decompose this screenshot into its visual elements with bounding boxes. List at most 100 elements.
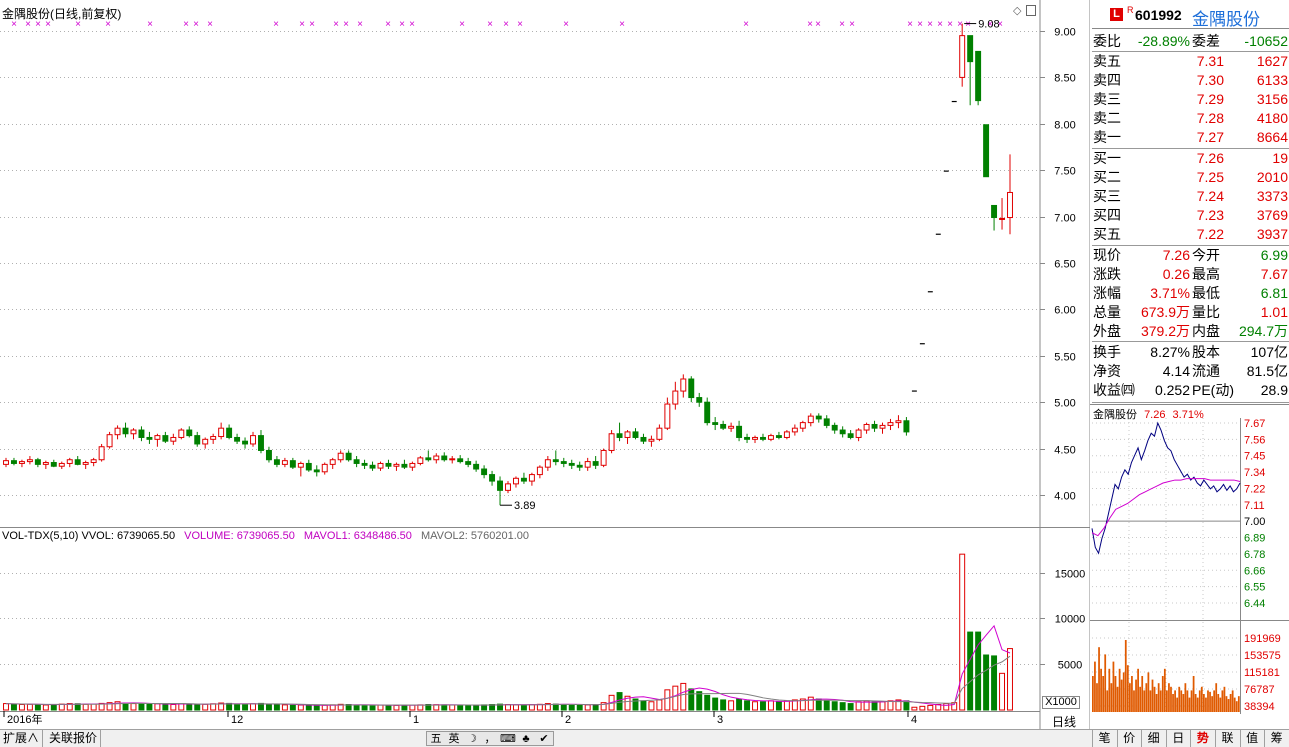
- candle-body: [114, 427, 121, 436]
- sell-level-row[interactable]: 卖一 7.27 8664: [1092, 128, 1289, 147]
- kline-chart[interactable]: 9.00 8.50 8.00 7.50 7.00 6.50 6.00 5.50 5.00 4.50…: [0, 0, 1090, 747]
- row-value-2: 2010: [1256, 169, 1288, 185]
- candle-body: [552, 459, 559, 463]
- candle-body: [289, 460, 296, 468]
- ime-button[interactable]: 五: [427, 732, 445, 746]
- buy-level-row[interactable]: 买四 7.23 3769: [1092, 206, 1289, 225]
- view-tab[interactable]: 价: [1116, 730, 1141, 747]
- buy-level-row[interactable]: 买三 7.24 3373: [1092, 187, 1289, 206]
- candle-body: [680, 378, 687, 392]
- row-value: 7.26: [1162, 247, 1190, 263]
- mini-vol-bar: [1161, 676, 1164, 712]
- volume-bar: [584, 704, 591, 711]
- mini-vol-bar: [1198, 690, 1201, 712]
- mini-vol-bar: [1237, 696, 1240, 712]
- mini-vol-bar: [1096, 683, 1098, 712]
- ime-button[interactable]: ⌨: [499, 732, 517, 746]
- ime-toolbar[interactable]: 五英 ☽， ⌨ ♣ ✔: [426, 731, 554, 746]
- candle-body: [815, 415, 822, 420]
- view-tab[interactable]: 势: [1190, 730, 1214, 747]
- mini-vol-bar: [1203, 694, 1205, 712]
- mini-vol-bar: [1133, 690, 1135, 712]
- volume-bar: [839, 702, 846, 711]
- margin-badge: L: [1110, 8, 1123, 21]
- candle-body: [791, 427, 798, 433]
- candle-body: [234, 436, 241, 442]
- mini-vol-bar: [1122, 672, 1125, 712]
- price-tick-label: 8.00: [1054, 120, 1075, 132]
- ime-button[interactable]: 英: [445, 732, 463, 746]
- candle-body: [473, 463, 480, 470]
- candle-body: [425, 457, 432, 461]
- ime-button[interactable]: ✔: [535, 732, 553, 746]
- mini-vol-bar: [1137, 668, 1139, 712]
- volume-bar: [704, 694, 711, 711]
- sell-level-row[interactable]: 卖四 7.30 6133: [1092, 71, 1289, 90]
- view-tab[interactable]: 日: [1165, 730, 1190, 747]
- vol-indicator-name[interactable]: VOL-TDX(5,10): [2, 530, 78, 542]
- related-quote-button[interactable]: 关联报价: [46, 730, 102, 747]
- candle-body: [728, 425, 735, 429]
- candle-body: [767, 435, 774, 440]
- row-value-2: 6.99: [1260, 247, 1288, 263]
- candle-body: [449, 458, 456, 461]
- row-label: 涨幅: [1093, 285, 1121, 301]
- row-value-2: 7.67: [1260, 266, 1288, 282]
- signal-marker: ×: [619, 19, 625, 30]
- mini-vol-bar: [1227, 699, 1230, 712]
- candle-body: [967, 35, 974, 63]
- volume-bar: [576, 704, 583, 711]
- mini-price-label: 7.67: [1244, 418, 1265, 430]
- volume-bar: [122, 702, 129, 711]
- buy-level-row[interactable]: 买一 7.26 19: [1092, 149, 1289, 168]
- window-toggle-icon[interactable]: [1026, 5, 1036, 16]
- candle-body: [50, 462, 57, 467]
- volume-bar: [656, 699, 663, 711]
- volume-bar: [10, 703, 17, 711]
- chart-title: 金隅股份(日线,前复权): [2, 7, 122, 21]
- candle-body: [775, 435, 782, 438]
- volume-value: VOLUME: 6739065.50: [184, 530, 295, 542]
- ime-button[interactable]: ♣: [517, 732, 535, 746]
- vol-legend: VOL-TDX(5,10) VVOL: 6739065.50 VOLUME: 6…: [2, 530, 529, 542]
- period-label[interactable]: 日线: [1052, 713, 1076, 730]
- expand-button[interactable]: 扩展∧: [0, 730, 44, 747]
- volume-bar: [680, 682, 687, 711]
- bottom-bar: 扩展∧ 关联报价 五英 ☽， ⌨ ♣ ✔ 笔价细日势联值筹: [0, 729, 1289, 747]
- diamond-icon[interactable]: ◇: [1013, 4, 1021, 17]
- view-tab[interactable]: 值: [1239, 730, 1264, 747]
- row-label: 卖三: [1093, 91, 1121, 107]
- buy-level-row[interactable]: 买二 7.25 2010: [1092, 168, 1289, 187]
- fundamental-row: 换手 8.27% 股本 107亿: [1092, 343, 1289, 362]
- row-label: 涨跌: [1093, 266, 1121, 282]
- view-tab[interactable]: 笔: [1092, 730, 1116, 747]
- view-tab[interactable]: 联: [1215, 730, 1239, 747]
- vol-unit: X1000: [1042, 696, 1080, 709]
- candle-body: [465, 461, 472, 465]
- signal-marker: ×: [299, 19, 305, 30]
- view-tab[interactable]: 细: [1141, 730, 1165, 747]
- sell-level-row[interactable]: 卖二 7.28 4180: [1092, 109, 1289, 128]
- stock-code: 601992: [1135, 7, 1182, 23]
- volume-bar: [560, 704, 567, 711]
- mini-vol-bar: [1092, 676, 1094, 712]
- volume-bar: [34, 704, 41, 711]
- sell-level-row[interactable]: 卖五 7.31 1627: [1092, 52, 1289, 71]
- sell-level-row[interactable]: 卖三 7.29 3156: [1092, 90, 1289, 109]
- row-value-2: 8664: [1256, 129, 1288, 145]
- signal-marker: ×: [807, 19, 813, 30]
- buy-level-row[interactable]: 买五 7.22 3937: [1092, 225, 1289, 244]
- ime-button[interactable]: ☽: [463, 732, 481, 746]
- view-tab[interactable]: 筹: [1264, 730, 1288, 747]
- ime-button[interactable]: ，: [481, 732, 499, 746]
- mini-vol-bar: [1182, 694, 1185, 712]
- mini-vol-bar: [1159, 690, 1162, 712]
- mini-vol-bar: [1151, 679, 1154, 712]
- row-value-2: -10652: [1244, 33, 1288, 49]
- mini-vol-bar: [1141, 676, 1144, 712]
- intraday-chart[interactable]: 7.67 7.56 7.45 7.34 7.22 7.11 7.00 6.89 6.78 6.66…: [1090, 404, 1289, 729]
- volume-bar: [473, 704, 480, 711]
- candle-body: [313, 469, 320, 473]
- candle-body: [991, 204, 998, 219]
- mini-vol-label: 38394: [1244, 701, 1275, 713]
